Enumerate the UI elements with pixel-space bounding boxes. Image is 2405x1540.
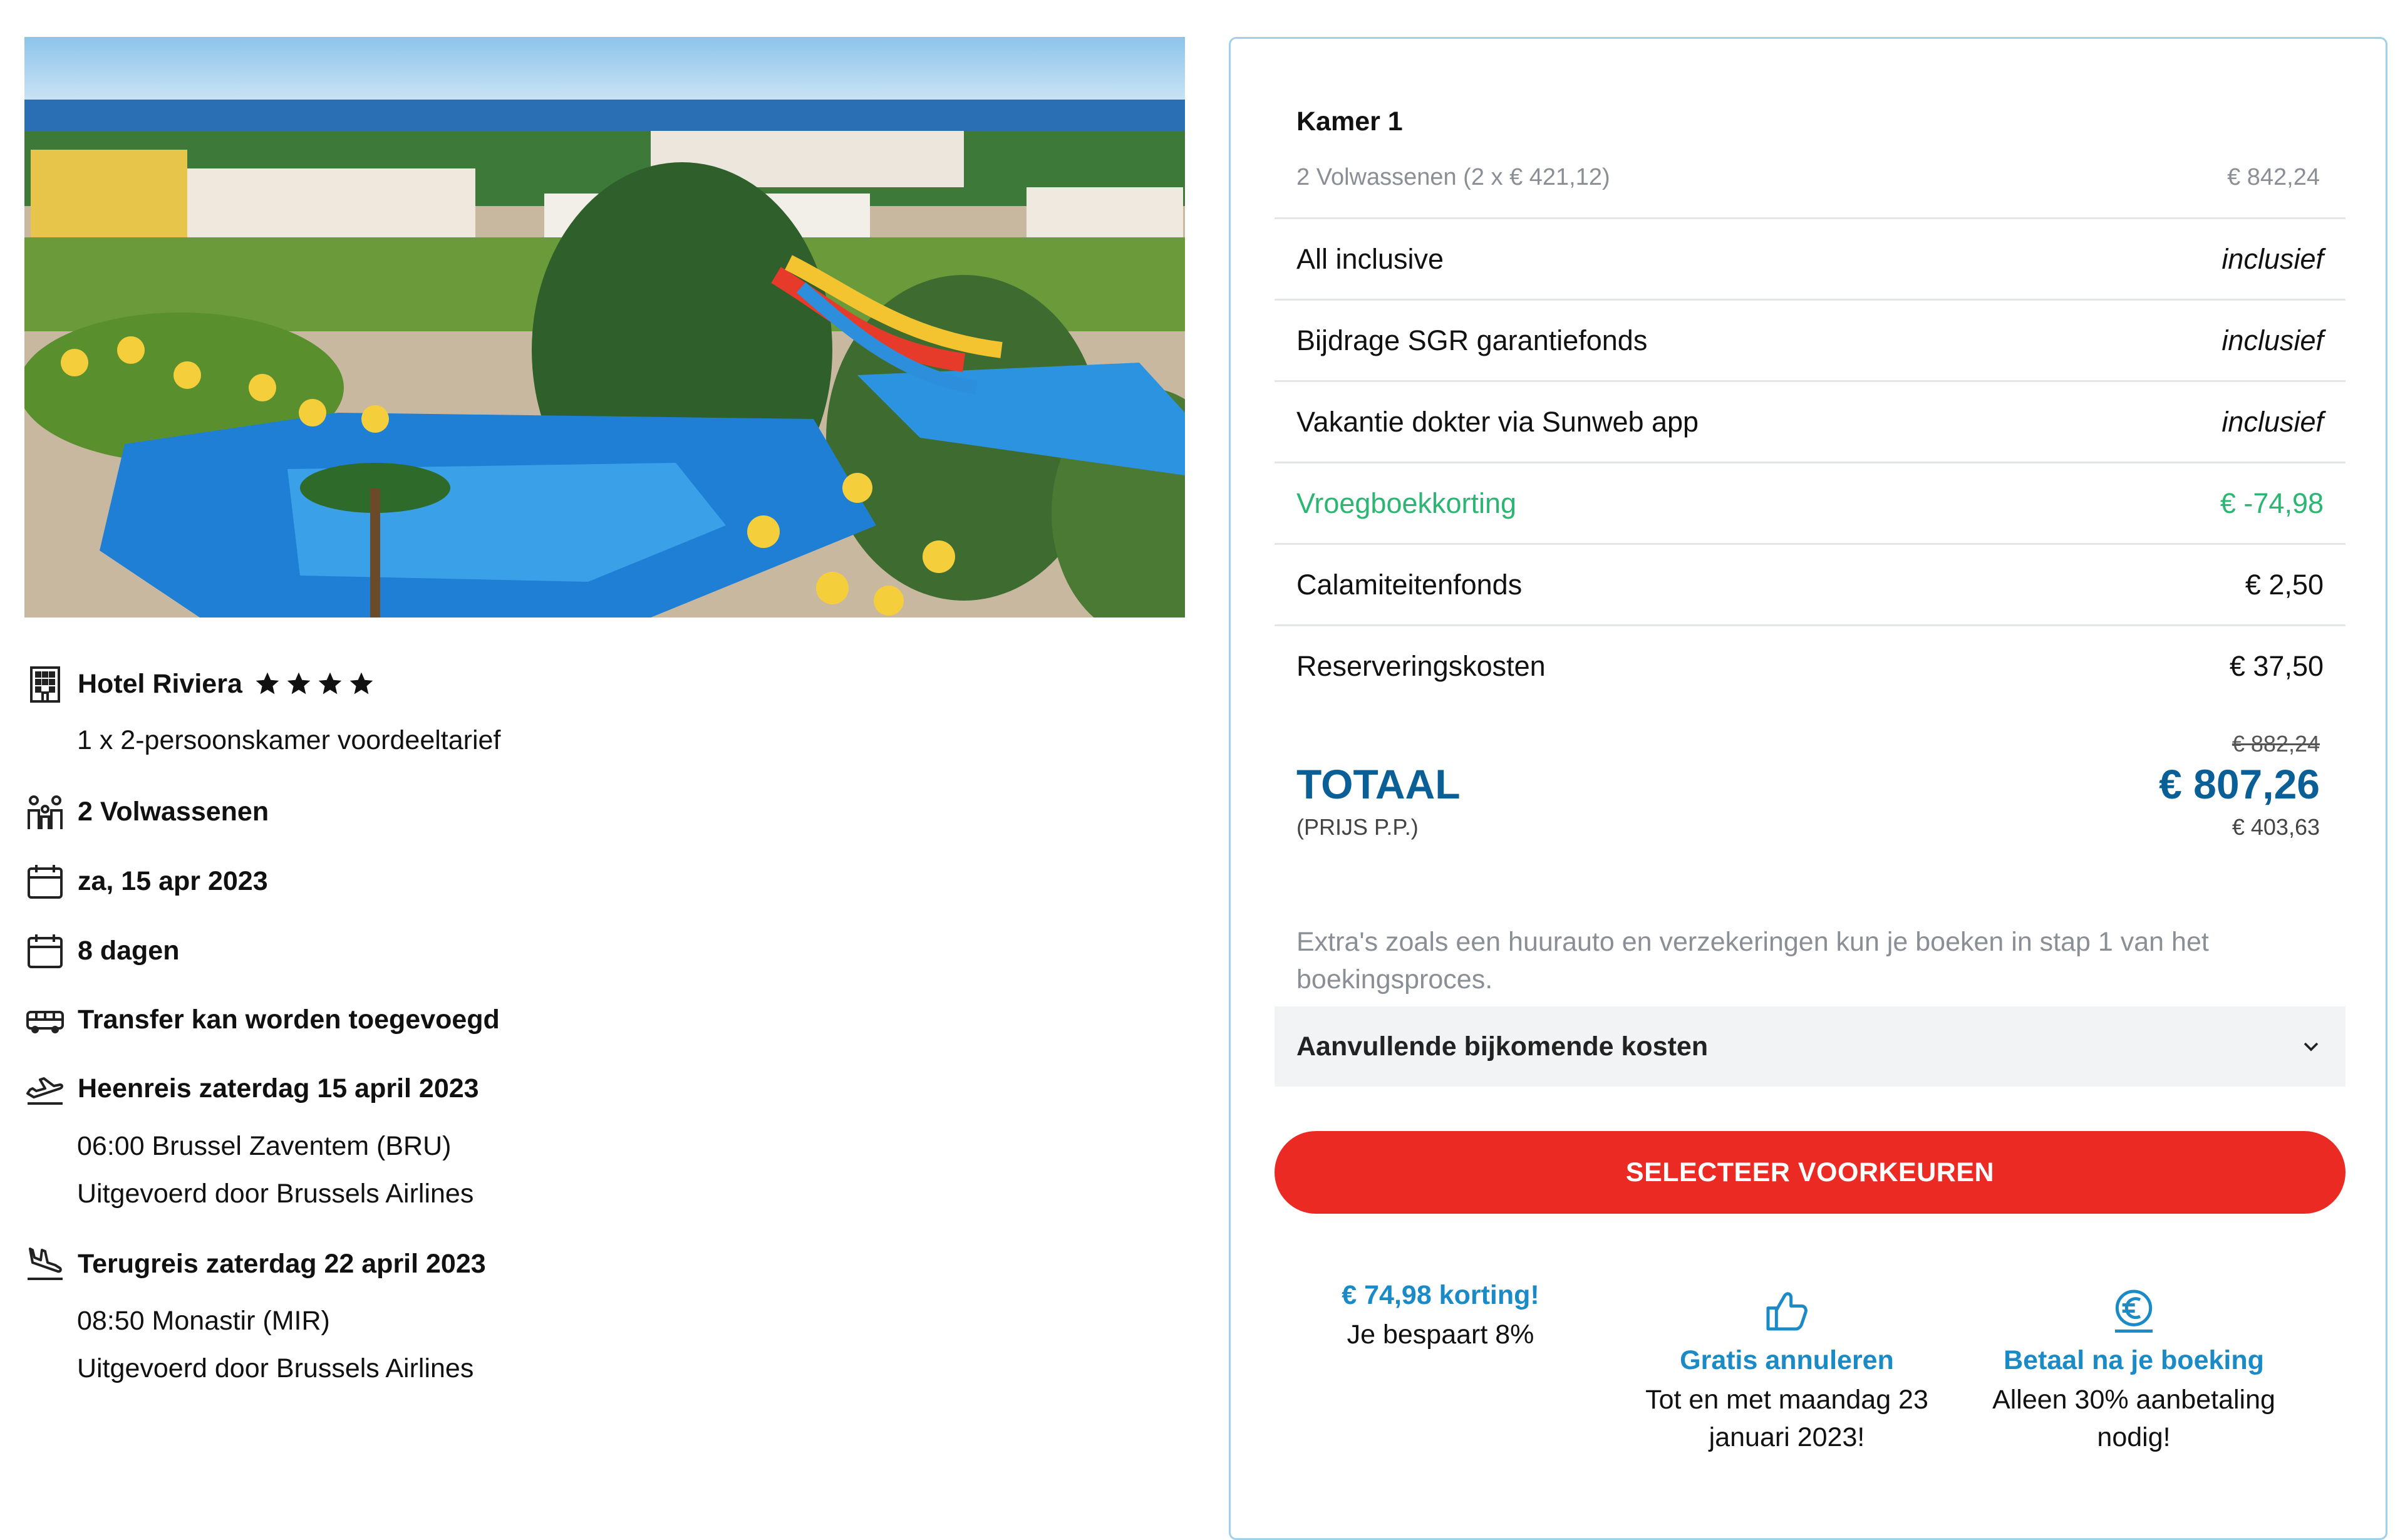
star-icon	[287, 672, 311, 695]
return-title: Terugreis zaterdag 22 april 2023	[78, 1248, 486, 1279]
price-line-value: inclusief	[2221, 324, 2324, 356]
price-line-label: Vroegboekkorting	[1296, 487, 1517, 519]
calendar-icon	[25, 861, 65, 901]
usp-discount: € 74,98 korting! Je bespaart 8%	[1265, 1280, 1616, 1353]
usp-pay-after-booking: Betaal na je boeking Alleen 30% aanbetal…	[1958, 1285, 2309, 1456]
departure-date: za, 15 apr 2023	[78, 866, 268, 896]
outbound-title: Heenreis zaterdag 15 april 2023	[78, 1073, 479, 1103]
hotel-star-rating	[254, 670, 375, 698]
price-per-person: € 403,63	[2232, 814, 2320, 840]
outbound-flight-row: Heenreis zaterdag 15 april 2023	[25, 1068, 479, 1108]
room-price: € 842,24	[2227, 164, 2320, 190]
return-flight-row: Terugreis zaterdag 22 april 2023	[25, 1244, 486, 1284]
star-icon	[256, 672, 279, 695]
room-detail: 2 Volwassenen (2 x € 421,12)	[1296, 164, 1610, 190]
price-line-value: € -74,98	[2220, 487, 2324, 519]
outbound-time: 06:00 Brussel Zaventem (BRU)	[77, 1131, 452, 1161]
plane-landing-icon	[25, 1244, 65, 1284]
price-line-label: All inclusive	[1296, 242, 1444, 275]
star-icon	[349, 672, 373, 695]
usp-title: € 74,98 korting!	[1342, 1280, 1539, 1310]
price-line-label: Vakantie dokter via Sunweb app	[1296, 405, 1699, 438]
hotel-name: Hotel Riviera	[78, 668, 242, 699]
price-per-person-label: (PRIJS P.P.)	[1296, 814, 1419, 840]
thumbs-up-icon	[1611, 1285, 1962, 1335]
transfer-row: Transfer kan worden toegevoegd	[25, 1000, 500, 1040]
price-line-value: € 2,50	[2245, 568, 2324, 601]
price-line-label: Bijdrage SGR garantiefonds	[1296, 324, 1648, 356]
chevron-down-icon	[2299, 1034, 2324, 1059]
usp-text: Tot en met maandag 23 januari 2023!	[1645, 1385, 1928, 1452]
price-line-value: € 37,50	[2229, 649, 2324, 682]
return-time: 08:50 Monastir (MIR)	[77, 1306, 330, 1336]
additional-costs-accordion[interactable]: Aanvullende bijkomende kosten	[1275, 1006, 2346, 1087]
room-type: 1 x 2-persoonskamer voordeeltarief	[77, 725, 501, 755]
duration-row: 8 dagen	[25, 931, 180, 971]
date-row: za, 15 apr 2023	[25, 861, 268, 901]
total-label: TOTAAL	[1296, 761, 1461, 807]
accordion-label: Aanvullende bijkomende kosten	[1296, 1031, 1709, 1062]
star-icon	[318, 672, 342, 695]
usp-title: Gratis annuleren	[1680, 1345, 1894, 1375]
old-total-price: € 882,24	[2232, 731, 2320, 757]
building-icon	[25, 664, 65, 704]
travelers-label: 2 Volwassenen	[78, 796, 269, 827]
price-line-value: inclusief	[2221, 405, 2324, 438]
price-line-vakantie-dokter: Vakantie dokter via Sunweb app inclusief	[1275, 380, 2346, 462]
hotel-name-row: Hotel Riviera	[25, 664, 375, 704]
duration-label: 8 dagen	[78, 935, 180, 966]
select-preferences-button[interactable]: SELECTEER VOORKEUREN	[1275, 1131, 2346, 1214]
usp-text: Alleen 30% aanbetaling nodig!	[1992, 1385, 2275, 1452]
hotel-photo	[24, 37, 1185, 618]
price-line-label: Calamiteitenfonds	[1296, 568, 1523, 601]
euro-coin-icon	[1958, 1285, 2309, 1335]
price-line-calamiteitenfonds: Calamiteitenfonds € 2,50	[1275, 543, 2346, 624]
people-icon	[25, 792, 65, 832]
price-line-value: inclusief	[2221, 242, 2324, 275]
price-line-all-inclusive: All inclusive inclusief	[1275, 217, 2346, 299]
price-line-reserveringskosten: Reserveringskosten € 37,50	[1275, 624, 2346, 706]
travelers-row: 2 Volwassenen	[25, 792, 269, 832]
price-line-early-booking-discount: Vroegboekkorting € -74,98	[1275, 462, 2346, 543]
extras-note: Extra's zoals een huurauto en verzekerin…	[1296, 927, 2209, 995]
room-title: Kamer 1	[1296, 106, 1403, 137]
total-price: € 807,26	[2159, 761, 2320, 807]
usp-free-cancellation: Gratis annuleren Tot en met maandag 23 j…	[1611, 1285, 1962, 1456]
usp-title: Betaal na je boeking	[2004, 1345, 2264, 1375]
return-carrier: Uitgevoerd door Brussels Airlines	[77, 1353, 474, 1383]
bus-icon	[25, 1000, 65, 1040]
price-summary-panel: Kamer 1 2 Volwassenen (2 x € 421,12) € 8…	[1229, 37, 2387, 1540]
calendar-icon	[25, 931, 65, 971]
price-line-sgr: Bijdrage SGR garantiefonds inclusief	[1275, 299, 2346, 380]
plane-takeoff-icon	[25, 1068, 65, 1108]
price-line-label: Reserveringskosten	[1296, 649, 1546, 682]
transfer-label: Transfer kan worden toegevoegd	[78, 1004, 500, 1035]
outbound-carrier: Uitgevoerd door Brussels Airlines	[77, 1179, 474, 1209]
usp-text: Je bespaart 8%	[1347, 1320, 1534, 1350]
